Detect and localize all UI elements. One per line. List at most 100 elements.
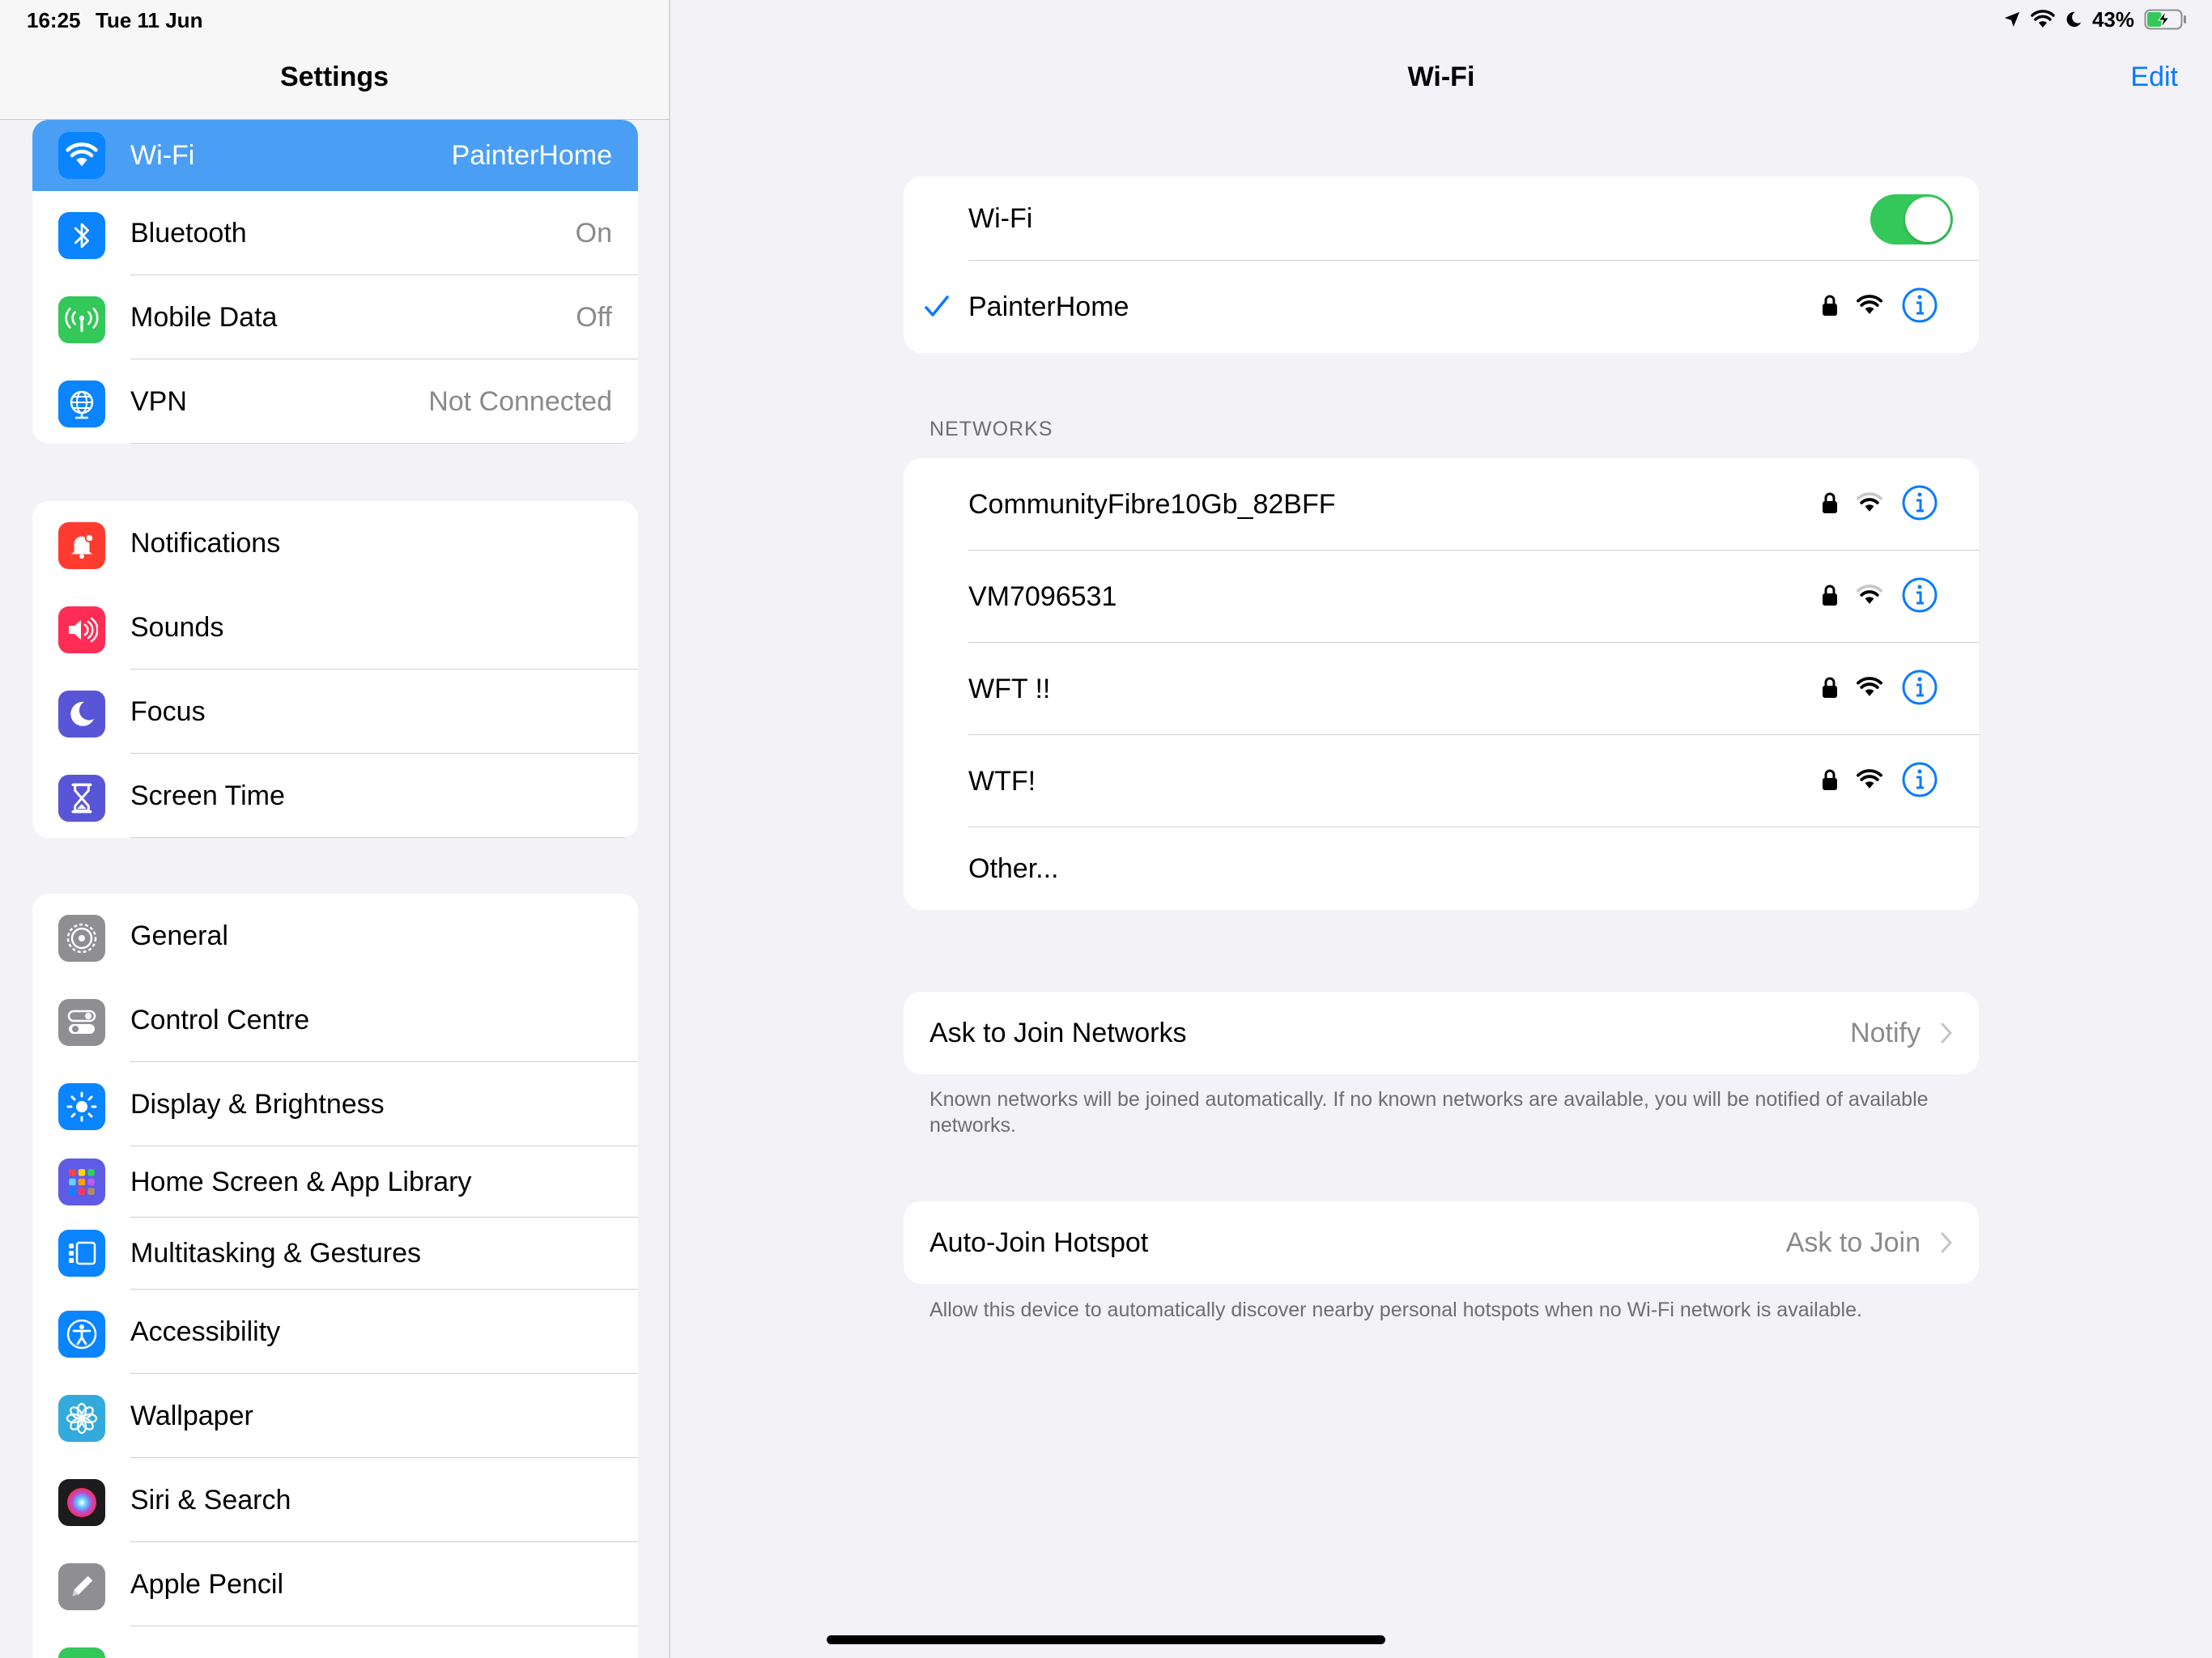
sidebar-item-partial[interactable] — [32, 1626, 638, 1658]
sidebar-item-display-brightness[interactable]: Display & Brightness — [32, 1062, 638, 1146]
wifi-toggle-label: Wi-Fi — [968, 202, 1033, 234]
sidebar-item-screen-time[interactable]: Screen Time — [32, 754, 638, 838]
sidebar-item-label: Wallpaper — [130, 1400, 253, 1431]
info-icon[interactable] — [1901, 287, 1938, 328]
sidebar-group-general: General Control Centre Display & Brightn… — [32, 894, 638, 1658]
sidebar-item-label: Wi-Fi — [130, 139, 195, 171]
sidebar-item-label: Multitasking & Gestures — [130, 1238, 422, 1269]
ask-to-join-row[interactable]: Ask to Join Networks Notify — [904, 992, 1979, 1074]
sidebar-item-label: Screen Time — [130, 780, 285, 811]
other-network-row[interactable]: Other... — [904, 827, 1979, 910]
sidebar-item-label: Accessibility — [130, 1316, 281, 1347]
sidebar-item-value: On — [575, 217, 612, 249]
connected-network-row[interactable]: PainterHome — [904, 261, 1979, 353]
sidebar-item-bluetooth[interactable]: Bluetooth On — [32, 191, 638, 275]
sidebar-item-notifications[interactable]: Notifications — [32, 501, 638, 585]
auto-join-card: Auto-Join Hotspot Ask to Join — [904, 1201, 1979, 1284]
network-status-icons — [1822, 643, 1938, 735]
auto-join-footnote: Allow this device to automatically disco… — [929, 1299, 1862, 1321]
sidebar-item-control-centre[interactable]: Control Centre — [32, 978, 638, 1062]
network-row[interactable]: CommunityFibre10Gb_82BFF — [904, 458, 1979, 551]
location-arrow-icon — [2003, 11, 2021, 28]
info-icon[interactable] — [1901, 761, 1938, 802]
sidebar-item-sounds[interactable]: Sounds — [32, 585, 638, 670]
sidebar-item-label: Bluetooth — [130, 217, 247, 249]
network-name: WFT !! — [968, 673, 1051, 704]
networks-card: CommunityFibre10Gb_82BFF VM7096531 WFT !… — [904, 458, 1979, 910]
sidebar-item-label: Focus — [130, 695, 206, 727]
network-status-icons — [1822, 735, 1938, 827]
network-row[interactable]: VM7096531 — [904, 551, 1979, 643]
network-row[interactable]: WTF! — [904, 735, 1979, 827]
hourglass-icon — [58, 775, 105, 822]
sidebar-item-apple-pencil[interactable]: Apple Pencil — [32, 1542, 638, 1626]
switches-icon — [58, 999, 105, 1046]
sidebar-group-connectivity: Wi-Fi PainterHome Bluetooth On Mobile Da… — [32, 120, 638, 444]
sidebar-item-general[interactable]: General — [32, 894, 638, 978]
siri-icon — [58, 1479, 105, 1526]
info-icon[interactable] — [1901, 484, 1938, 525]
row-divider — [130, 837, 638, 838]
toggle-knob — [1905, 197, 1950, 242]
globe-icon — [58, 380, 105, 427]
settings-sidebar: Settings Wi-Fi PainterHome Bluetooth On … — [0, 0, 670, 1658]
sidebar-item-label: Sounds — [130, 611, 224, 643]
networks-section-header: NETWORKS — [929, 418, 1053, 440]
sidebar-item-label: VPN — [130, 385, 187, 417]
wifi-signal-icon — [1856, 676, 1883, 702]
sidebar-item-value: PainterHome — [451, 139, 612, 171]
status-date: Tue 11 Jun — [96, 8, 203, 32]
moon-icon — [2065, 10, 2082, 29]
multitasking-icon — [58, 1230, 105, 1277]
sidebar-item-label: Siri & Search — [130, 1484, 291, 1516]
lock-icon — [1822, 491, 1838, 518]
ask-to-join-value: Notify — [1850, 1017, 1921, 1048]
bell-icon — [58, 522, 105, 569]
info-icon[interactable] — [1901, 669, 1938, 710]
sidebar-item-siri[interactable]: Siri & Search — [32, 1458, 638, 1542]
checkmark-icon — [923, 261, 951, 353]
sidebar-item-accessibility[interactable]: Accessibility — [32, 1290, 638, 1374]
sidebar-item-value: Not Connected — [428, 385, 612, 417]
wifi-status-card: Wi-Fi PainterHome — [904, 176, 1979, 353]
sun-icon — [58, 1083, 105, 1130]
pencil-icon — [58, 1563, 105, 1610]
battery-percentage: 43% — [2091, 6, 2134, 32]
sidebar-item-value: Off — [576, 301, 612, 333]
auto-join-value: Ask to Join — [1785, 1226, 1921, 1258]
lock-icon — [1822, 294, 1838, 321]
sidebar-item-mobile-data[interactable]: Mobile Data Off — [32, 275, 638, 359]
edit-button[interactable]: Edit — [2130, 62, 2178, 93]
home-indicator[interactable] — [827, 1635, 1385, 1644]
sidebar-item-label: Control Centre — [130, 1004, 310, 1035]
network-name: CommunityFibre10Gb_82BFF — [968, 488, 1336, 520]
chevron-right-icon — [1940, 992, 1953, 1074]
network-row[interactable]: WFT !! — [904, 643, 1979, 735]
ask-to-join-footnote: Known networks will be joined automatica… — [929, 1088, 1929, 1137]
wifi-signal-icon — [1856, 294, 1883, 320]
connected-network-name: PainterHome — [968, 291, 1129, 322]
sidebar-item-home-screen[interactable]: Home Screen & App Library — [32, 1146, 638, 1218]
antenna-icon — [58, 296, 105, 343]
network-status-icons — [1822, 261, 1938, 353]
sidebar-item-label: Home Screen & App Library — [130, 1166, 472, 1197]
auto-join-row[interactable]: Auto-Join Hotspot Ask to Join — [904, 1201, 1979, 1284]
speaker-icon — [58, 606, 105, 653]
sidebar-item-vpn[interactable]: VPN Not Connected — [32, 359, 638, 444]
sidebar-item-wifi[interactable]: Wi-Fi PainterHome — [32, 120, 638, 191]
sidebar-item-multitasking[interactable]: Multitasking & Gestures — [32, 1218, 638, 1290]
sidebar-title: Settings — [279, 62, 389, 92]
auto-join-label: Auto-Join Hotspot — [929, 1226, 1149, 1258]
status-bar: 16:25 Tue 11 Jun 43% — [0, 0, 2212, 39]
wifi-toggle[interactable] — [1870, 194, 1953, 244]
sidebar-item-focus[interactable]: Focus — [32, 670, 638, 754]
sidebar-item-label: Mobile Data — [130, 301, 278, 333]
sidebar-item-wallpaper[interactable]: Wallpaper — [32, 1374, 638, 1458]
app-grid-icon — [58, 1158, 105, 1205]
wifi-signal-icon — [1856, 584, 1883, 610]
flower-icon — [58, 1395, 105, 1442]
lock-icon — [1822, 676, 1838, 703]
info-icon[interactable] — [1901, 576, 1938, 618]
battery-charging-icon — [2144, 8, 2188, 31]
sidebar-group-notifications: Notifications Sounds Focus Screen Time — [32, 501, 638, 838]
